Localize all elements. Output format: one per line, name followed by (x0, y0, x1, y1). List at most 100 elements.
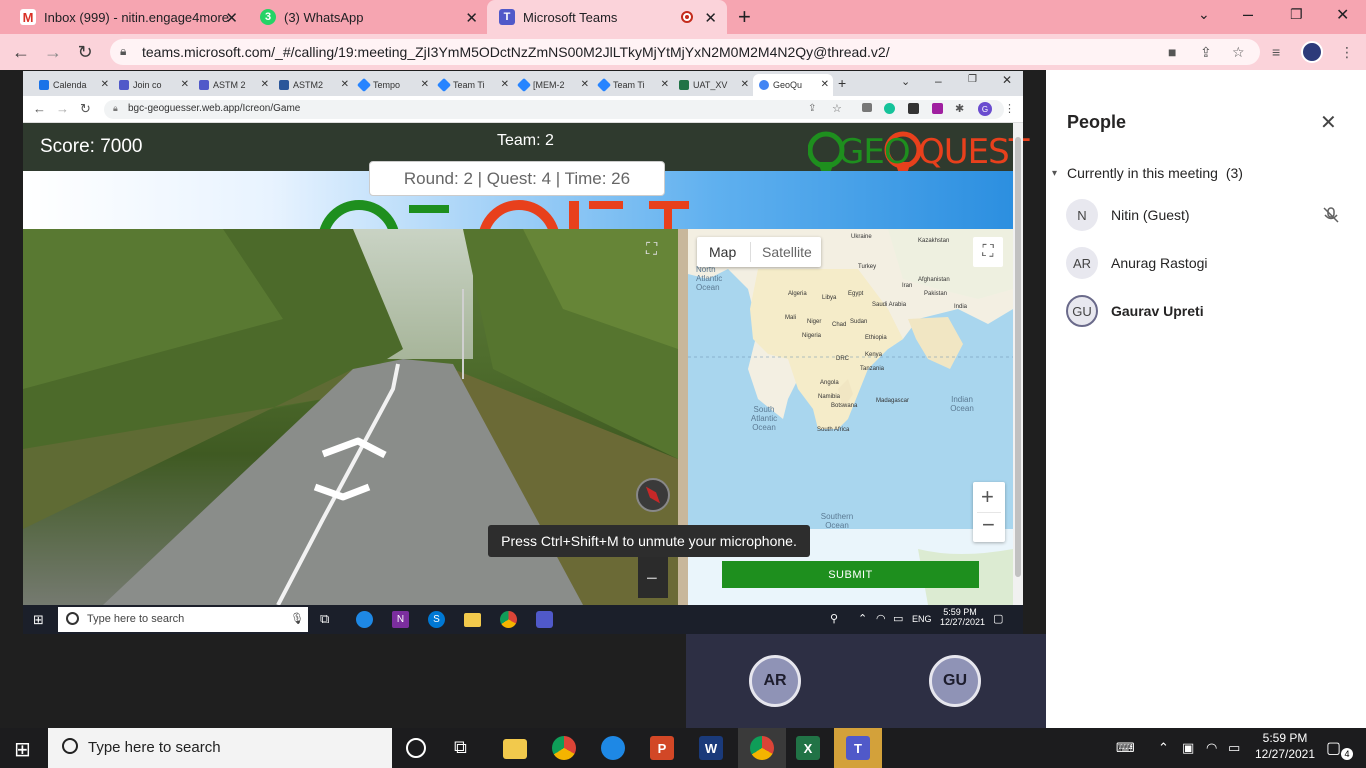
scrollbar-thumb[interactable] (1015, 137, 1021, 577)
task-view-icon[interactable]: ⧉ (320, 611, 329, 627)
back-icon[interactable]: ← (33, 101, 46, 116)
tab-microsoft-teams[interactable]: T Microsoft Teams ✕ (487, 0, 727, 34)
tab-whatsapp[interactable]: 3 (3) WhatsApp ✕ (248, 0, 488, 34)
submit-button[interactable]: SUBMIT (722, 561, 979, 588)
shared-taskbar-search[interactable]: Type here to search 🎙︎ (58, 607, 308, 632)
cortana-icon[interactable] (406, 738, 426, 758)
shared-tab[interactable]: Calenda ✕ (33, 74, 113, 96)
tab-gmail[interactable]: M Inbox (999) - nitin.engage4more ✕ (8, 0, 248, 34)
taskbar-active-item[interactable]: T (834, 728, 882, 768)
shared-tab[interactable]: [MEM-2 ✕ (513, 74, 593, 96)
close-icon[interactable]: ✕ (101, 79, 109, 90)
file-explorer-icon[interactable] (464, 613, 481, 627)
avatar[interactable]: AR (749, 655, 801, 707)
edge-icon[interactable] (356, 611, 373, 628)
chrome-icon[interactable] (552, 736, 576, 760)
map-zoom-out-button[interactable]: − (982, 512, 995, 538)
profile-avatar[interactable] (1301, 41, 1323, 63)
wifi-icon[interactable]: ◠ (876, 612, 886, 625)
taskbar-clock[interactable]: 5:59 PM 12/27/2021 (940, 607, 985, 627)
notification-icon[interactable]: ▢ (993, 612, 1003, 625)
forward-icon[interactable]: → (42, 41, 64, 63)
chevron-down-icon[interactable]: ▾ (1052, 168, 1057, 179)
shared-tab[interactable]: Team Ti ✕ (593, 74, 673, 96)
lock-icon[interactable]: 🔒︎ (120, 44, 126, 59)
chevron-up-icon[interactable]: ⌃ (1158, 740, 1169, 756)
shared-tab[interactable]: Team Ti ✕ (433, 74, 513, 96)
forward-icon[interactable]: → (56, 101, 69, 116)
close-icon[interactable]: ✕ (704, 9, 717, 27)
fullscreen-icon[interactable]: ⛶ (646, 241, 657, 259)
close-icon[interactable]: ✕ (225, 9, 238, 27)
edge-icon[interactable] (601, 736, 625, 760)
network-icon[interactable]: ▣ (1182, 740, 1194, 756)
new-tab-button[interactable]: + (738, 4, 751, 30)
minimize-icon[interactable]: – (935, 74, 942, 88)
wifi-icon[interactable]: ◠ (1206, 740, 1217, 756)
meeting-section-header[interactable]: Currently in this meeting (3) (1067, 165, 1243, 181)
shared-tab[interactable]: Tempo ✕ (353, 74, 433, 96)
windows-start-icon[interactable]: ⊞ (14, 737, 31, 762)
restore-icon[interactable]: ❐ (968, 74, 977, 85)
minimize-icon[interactable]: – (1243, 4, 1253, 25)
close-icon[interactable]: ✕ (661, 79, 669, 90)
avatar[interactable]: GU (929, 655, 981, 707)
map-fullscreen-icon[interactable]: ⛶ (973, 237, 1003, 267)
close-icon[interactable]: ✕ (421, 79, 429, 90)
restore-icon[interactable]: ❐ (1290, 6, 1303, 23)
shared-tab[interactable]: Join co ✕ (113, 74, 193, 96)
close-icon[interactable]: ✕ (261, 79, 269, 90)
chevron-up-icon[interactable]: ⌃ (858, 612, 867, 625)
camera-icon[interactable] (862, 103, 872, 112)
shared-url-text[interactable]: bgc-geoguesser.web.app/Icreon/Game (128, 103, 300, 114)
bookmark-star-icon[interactable]: ☆ (1232, 44, 1245, 61)
tab-search-icon[interactable]: ⌄ (1198, 6, 1210, 23)
chrome-icon[interactable] (500, 611, 517, 628)
battery-icon[interactable]: ▭ (893, 612, 903, 625)
close-icon[interactable]: ✕ (741, 79, 749, 90)
participant-row[interactable]: AR Anurag Rastogi (1066, 246, 1356, 280)
menu-icon[interactable]: ⋮ (1004, 102, 1015, 115)
close-icon[interactable]: ✕ (821, 79, 829, 90)
file-explorer-icon[interactable] (503, 739, 527, 759)
extension-icon[interactable] (932, 103, 943, 114)
grammarly-icon[interactable] (884, 103, 895, 114)
notification-icon[interactable]: ▢ (1326, 738, 1341, 758)
bookmark-star-icon[interactable]: ☆ (832, 102, 842, 115)
keyboard-icon[interactable]: ⌨ (1116, 740, 1135, 756)
compass-icon[interactable] (636, 478, 670, 512)
scrollbar[interactable] (1013, 123, 1023, 605)
taskbar-clock[interactable]: 5:59 PM 12/27/2021 (1252, 731, 1318, 761)
close-icon[interactable]: ✕ (181, 79, 189, 90)
close-icon[interactable]: ✕ (341, 79, 349, 90)
webex-icon[interactable]: W (699, 736, 723, 760)
taskbar-search[interactable]: Type here to search (48, 728, 392, 768)
reading-list-icon[interactable]: ≡ (1272, 44, 1280, 60)
profile-avatar[interactable]: G (978, 102, 992, 116)
map-type-satellite-button[interactable]: Satellite (762, 244, 812, 260)
shared-tab[interactable]: ASTM 2 ✕ (193, 74, 273, 96)
reload-icon[interactable]: ↻ (80, 101, 91, 117)
onenote-icon[interactable]: N (392, 611, 409, 628)
window-close-icon[interactable]: ✕ (1002, 73, 1012, 87)
new-tab-icon[interactable]: + (838, 75, 846, 91)
back-icon[interactable]: ← (10, 41, 32, 63)
map-type-map-button[interactable]: Map (709, 244, 736, 260)
participant-row[interactable]: N Nitin (Guest) (1066, 198, 1356, 232)
camera-icon[interactable]: ■ (1168, 44, 1176, 60)
window-close-icon[interactable]: ✕ (1336, 5, 1349, 25)
menu-icon[interactable]: ⋮ (1340, 44, 1354, 61)
teams-icon[interactable] (536, 611, 553, 628)
participant-row[interactable]: GU Gaurav Upreti (1066, 294, 1356, 328)
reload-icon[interactable]: ↻ (74, 41, 96, 63)
street-zoom-out-button[interactable]: − (646, 568, 658, 591)
battery-icon[interactable]: ▭ (1228, 740, 1240, 756)
microphone-icon[interactable]: 🎙︎ (290, 612, 304, 625)
url-text[interactable]: teams.microsoft.com/_#/calling/19:meetin… (142, 44, 890, 60)
share-icon[interactable]: ⇪ (1200, 44, 1212, 61)
shared-tab[interactable]: UAT_XV ✕ (673, 74, 753, 96)
taskbar-active-item[interactable] (738, 728, 786, 768)
map-zoom-in-button[interactable]: + (981, 484, 994, 510)
skype-icon[interactable]: S (428, 611, 445, 628)
language-indicator[interactable]: ENG (912, 614, 932, 624)
